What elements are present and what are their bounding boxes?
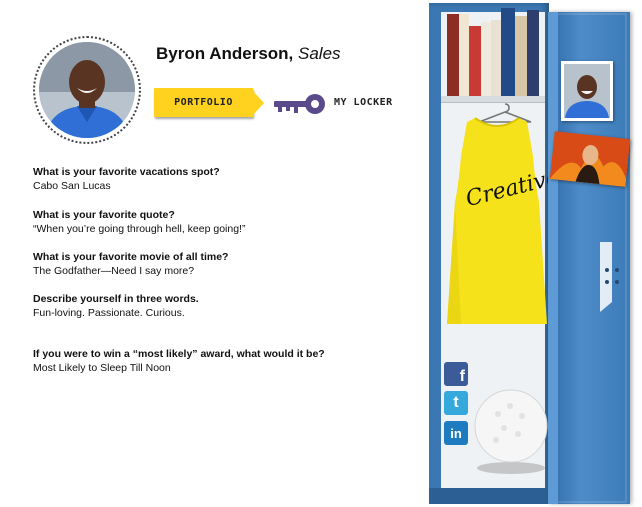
- qa-answer: Most Likely to Sleep Till Noon: [33, 362, 171, 374]
- linkedin-icon[interactable]: in: [444, 421, 468, 445]
- portfolio-arrow: [253, 91, 264, 115]
- book: [469, 26, 481, 96]
- key-icon: [274, 93, 326, 120]
- profile-name: Byron Anderson, Sales: [156, 44, 341, 64]
- qa-question: If you were to win a “most likely” award…: [33, 348, 325, 360]
- facebook-icon[interactable]: f: [444, 362, 468, 386]
- qa-question: What is your favorite vacations spot?: [33, 166, 220, 178]
- book: [447, 14, 459, 96]
- linkedin-glyph: in: [450, 425, 462, 441]
- profile-name-text: Byron Anderson,: [156, 44, 294, 63]
- shirt: Creative: [447, 112, 561, 331]
- portfolio-button-label: PORTFOLIO: [174, 97, 233, 108]
- qa-item: If you were to win a “most likely” award…: [33, 347, 413, 375]
- twitter-icon[interactable]: t: [444, 391, 468, 415]
- my-locker-link[interactable]: MY LOCKER: [334, 97, 393, 108]
- book: [481, 22, 491, 96]
- book: [527, 10, 539, 96]
- locker-door-edge: [548, 12, 558, 504]
- qa-question: What is your favorite movie of all time?: [33, 251, 229, 263]
- facebook-glyph: f: [459, 368, 465, 385]
- twitter-glyph: t: [453, 394, 459, 411]
- golf-ball: [474, 380, 548, 481]
- book: [459, 14, 469, 96]
- book: [491, 20, 501, 96]
- qa-answer: Cabo San Lucas: [33, 180, 111, 192]
- portfolio-button[interactable]: PORTFOLIO: [154, 88, 253, 117]
- qa-question: What is your favorite quote?: [33, 209, 175, 221]
- qa-item: What is your favorite vacations spot? Ca…: [33, 165, 413, 193]
- qa-answer: “When you’re going through hell, keep go…: [33, 223, 246, 235]
- profile-department: Sales: [298, 44, 341, 63]
- door-poster: [549, 131, 631, 187]
- qa-item: What is your favorite quote? “When you’r…: [33, 208, 413, 236]
- qa-answer: The Godfather—Need I say more?: [33, 265, 195, 277]
- book: [501, 8, 515, 96]
- door-photo: [561, 61, 613, 121]
- qa-item: What is your favorite movie of all time?…: [33, 250, 413, 278]
- locker-base: [429, 488, 551, 504]
- qa-item: Describe yourself in three words. Fun-lo…: [33, 292, 413, 320]
- qa-answer: Fun-loving. Passionate. Curious.: [33, 307, 185, 319]
- qa-question: Describe yourself in three words.: [33, 293, 199, 305]
- avatar: [39, 42, 135, 138]
- book: [515, 16, 527, 96]
- book-shelf: [441, 0, 545, 100]
